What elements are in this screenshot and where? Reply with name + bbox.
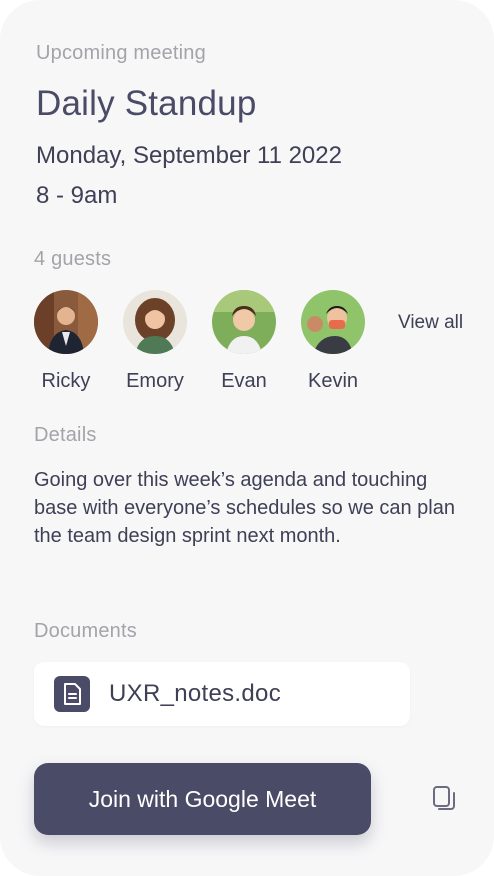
guest-item[interactable]: Evan [199,290,289,393]
guest-name: Ricky [41,370,91,392]
meeting-card: Upcoming meeting Daily Standup Monday, S… [0,0,494,876]
meeting-title: Daily Standup [36,84,257,123]
guest-list: Ricky Emory Evan Kevin View all [34,290,474,400]
guest-item[interactable]: Emory [110,290,200,393]
document-name: UXR_notes.doc [109,680,281,707]
avatar [301,290,365,354]
guest-name: Emory [126,370,184,392]
guest-item[interactable]: Kevin [288,290,378,393]
details-description: Going over this week’s agenda and touchi… [34,469,455,547]
view-all-guests-link[interactable]: View all [398,312,463,334]
upcoming-meeting-label: Upcoming meeting [36,42,206,64]
meeting-time: 8 - 9am [36,182,118,209]
details-label: Details [34,424,97,446]
guests-count-label: 4 guests [34,248,112,270]
join-google-meet-button[interactable]: Join with Google Meet [34,763,371,835]
copy-icon[interactable] [430,784,460,814]
avatar [123,290,187,354]
avatar [212,290,276,354]
guest-item[interactable]: Ricky [21,290,111,393]
meeting-date: Monday, September 11 2022 [36,142,342,169]
document-item[interactable]: UXR_notes.doc [34,662,410,726]
guest-name: Kevin [307,370,359,392]
avatar [34,290,98,354]
documents-label: Documents [34,620,137,642]
document-icon [54,676,90,712]
guest-name: Evan [221,370,267,392]
